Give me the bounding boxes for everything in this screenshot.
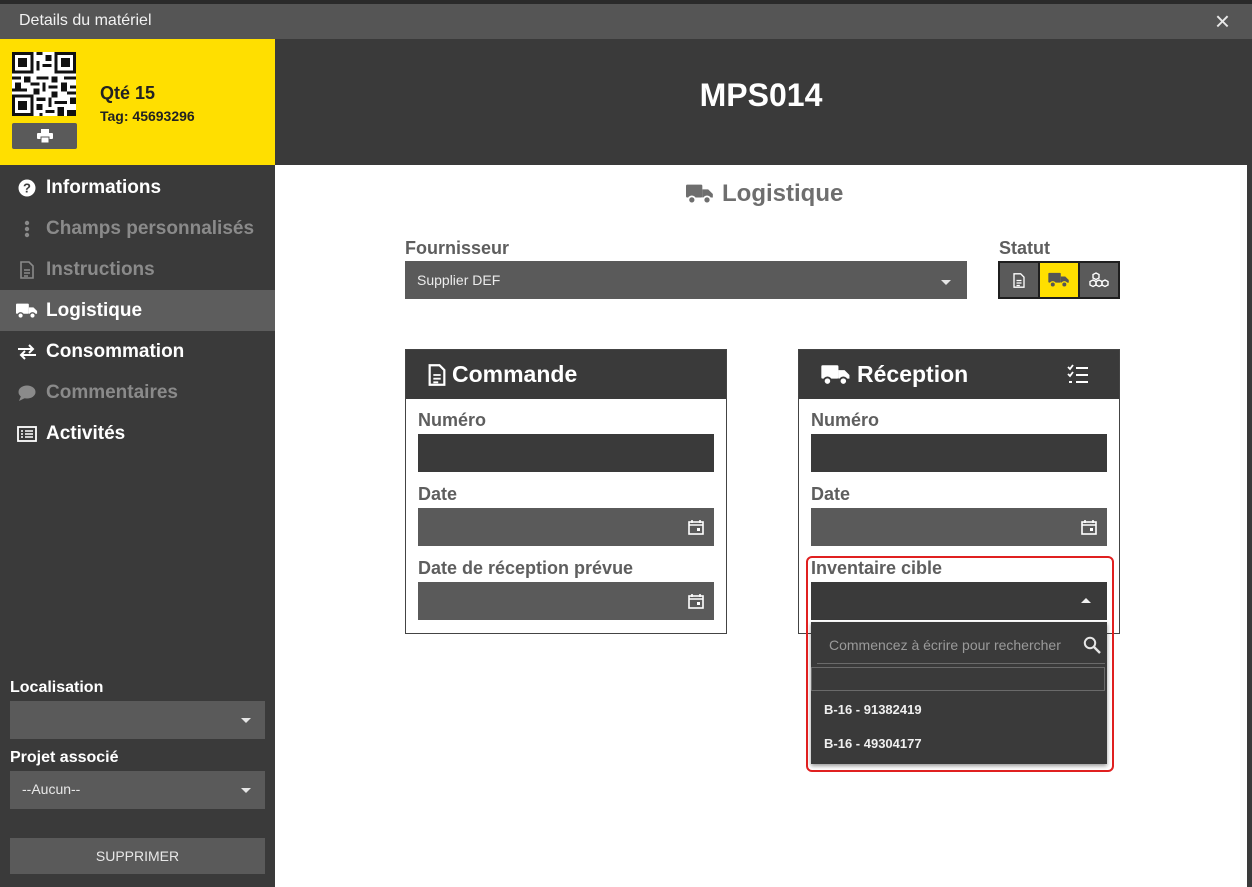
left-panel: Qté 15 Tag: 45693296 ? Informations Cham… [0, 39, 275, 887]
reception-date-label: Date [811, 484, 851, 504]
comment-icon [16, 383, 38, 403]
calendar-icon [688, 520, 704, 535]
dialog-titlebar: Details du matériel × [0, 4, 1252, 39]
supplier-select[interactable]: Supplier DEF [405, 261, 967, 299]
order-number-label: Numéro [418, 410, 487, 430]
item-header: MPS014 [275, 39, 1247, 165]
truck-icon [1048, 272, 1069, 288]
print-button[interactable] [12, 123, 77, 149]
list-alt-icon [16, 424, 38, 444]
section-title-text: Logistique [722, 180, 844, 207]
nav-label-consommation: Consommation [46, 340, 185, 362]
location-select[interactable] [10, 701, 265, 739]
status-order-button[interactable] [1000, 263, 1038, 297]
reception-number-label: Numéro [811, 410, 880, 430]
status-stock-button[interactable] [1080, 263, 1118, 297]
calendar-icon [1081, 520, 1097, 535]
order-number-input[interactable] [418, 434, 714, 472]
chevron-down-icon [241, 718, 251, 723]
vertical-dots-icon [16, 219, 38, 239]
project-select[interactable]: --Aucun-- [10, 771, 265, 809]
calendar-icon [688, 594, 704, 609]
printer-icon [36, 129, 53, 143]
document-icon [1013, 272, 1025, 288]
nav-label-logistique: Logistique [46, 299, 143, 321]
nav-item-activites[interactable]: Activités [0, 413, 275, 454]
nav-label-instructions: Instructions [46, 258, 155, 280]
reception-panel-header: Réception [799, 350, 1119, 399]
truck-icon [821, 364, 850, 386]
order-expected-date-input[interactable] [418, 582, 714, 620]
item-code: MPS014 [699, 77, 823, 113]
dialog-title: Details du matériel [19, 12, 152, 29]
section-title-logistique: Logistique [686, 180, 843, 208]
tag-label: Tag: 45693296 [100, 108, 195, 124]
order-expected-label: Date de réception prévue [418, 558, 634, 578]
chevron-down-icon [241, 788, 251, 793]
nav-item-informations[interactable]: ? Informations [0, 167, 275, 208]
side-nav: ? Informations Champs personnalisés Inst… [0, 167, 275, 454]
reception-date-input[interactable] [811, 508, 1107, 546]
nav-label-commentaires: Commentaires [46, 381, 178, 403]
status-toggle-group [998, 261, 1120, 299]
nav-item-consommation[interactable]: Consommation [0, 331, 275, 372]
item-id-card: Qté 15 Tag: 45693296 [0, 39, 275, 165]
document-icon [428, 363, 446, 386]
cubes-icon [1089, 272, 1109, 288]
status-shipping-button[interactable] [1040, 263, 1078, 297]
exchange-arrows-icon [16, 342, 38, 362]
nav-label-informations: Informations [46, 176, 162, 198]
question-circle-icon: ? [16, 178, 38, 198]
nav-label-activites: Activités [46, 422, 126, 444]
checklist-icon[interactable] [1067, 364, 1089, 384]
nav-item-custom-fields[interactable]: Champs personnalisés [0, 208, 275, 249]
order-panel-title: Commande [452, 361, 578, 387]
project-value: --Aucun-- [22, 781, 81, 797]
nav-item-instructions[interactable]: Instructions [0, 249, 275, 290]
nav-label-custom-fields: Champs personnalisés [46, 217, 255, 239]
order-panel: Commande Numéro Date Date de réception p… [405, 349, 727, 634]
status-label: Statut [999, 238, 1050, 258]
supplier-value: Supplier DEF [417, 272, 501, 288]
order-panel-header: Commande [406, 350, 726, 399]
nav-item-logistique[interactable]: Logistique [0, 290, 275, 331]
project-label: Projet associé [10, 749, 119, 766]
order-date-input[interactable] [418, 508, 714, 546]
window-right-edge [1247, 39, 1252, 887]
order-date-label: Date [418, 484, 458, 504]
truck-icon [16, 301, 38, 321]
document-icon [16, 260, 38, 280]
qr-code-icon [12, 52, 76, 116]
supplier-label: Fournisseur [405, 238, 510, 258]
truck-icon [686, 184, 713, 205]
reception-number-input[interactable] [811, 434, 1107, 472]
delete-button[interactable]: SUPPRIMER [10, 838, 265, 874]
chevron-down-icon [941, 280, 951, 285]
quantity-label: Qté 15 [100, 83, 156, 103]
location-label: Localisation [10, 679, 104, 696]
svg-text:?: ? [23, 180, 31, 195]
highlight-box [806, 556, 1114, 772]
close-icon[interactable]: × [1215, 7, 1230, 35]
nav-item-commentaires[interactable]: Commentaires [0, 372, 275, 413]
reception-panel-title: Réception [857, 361, 969, 387]
